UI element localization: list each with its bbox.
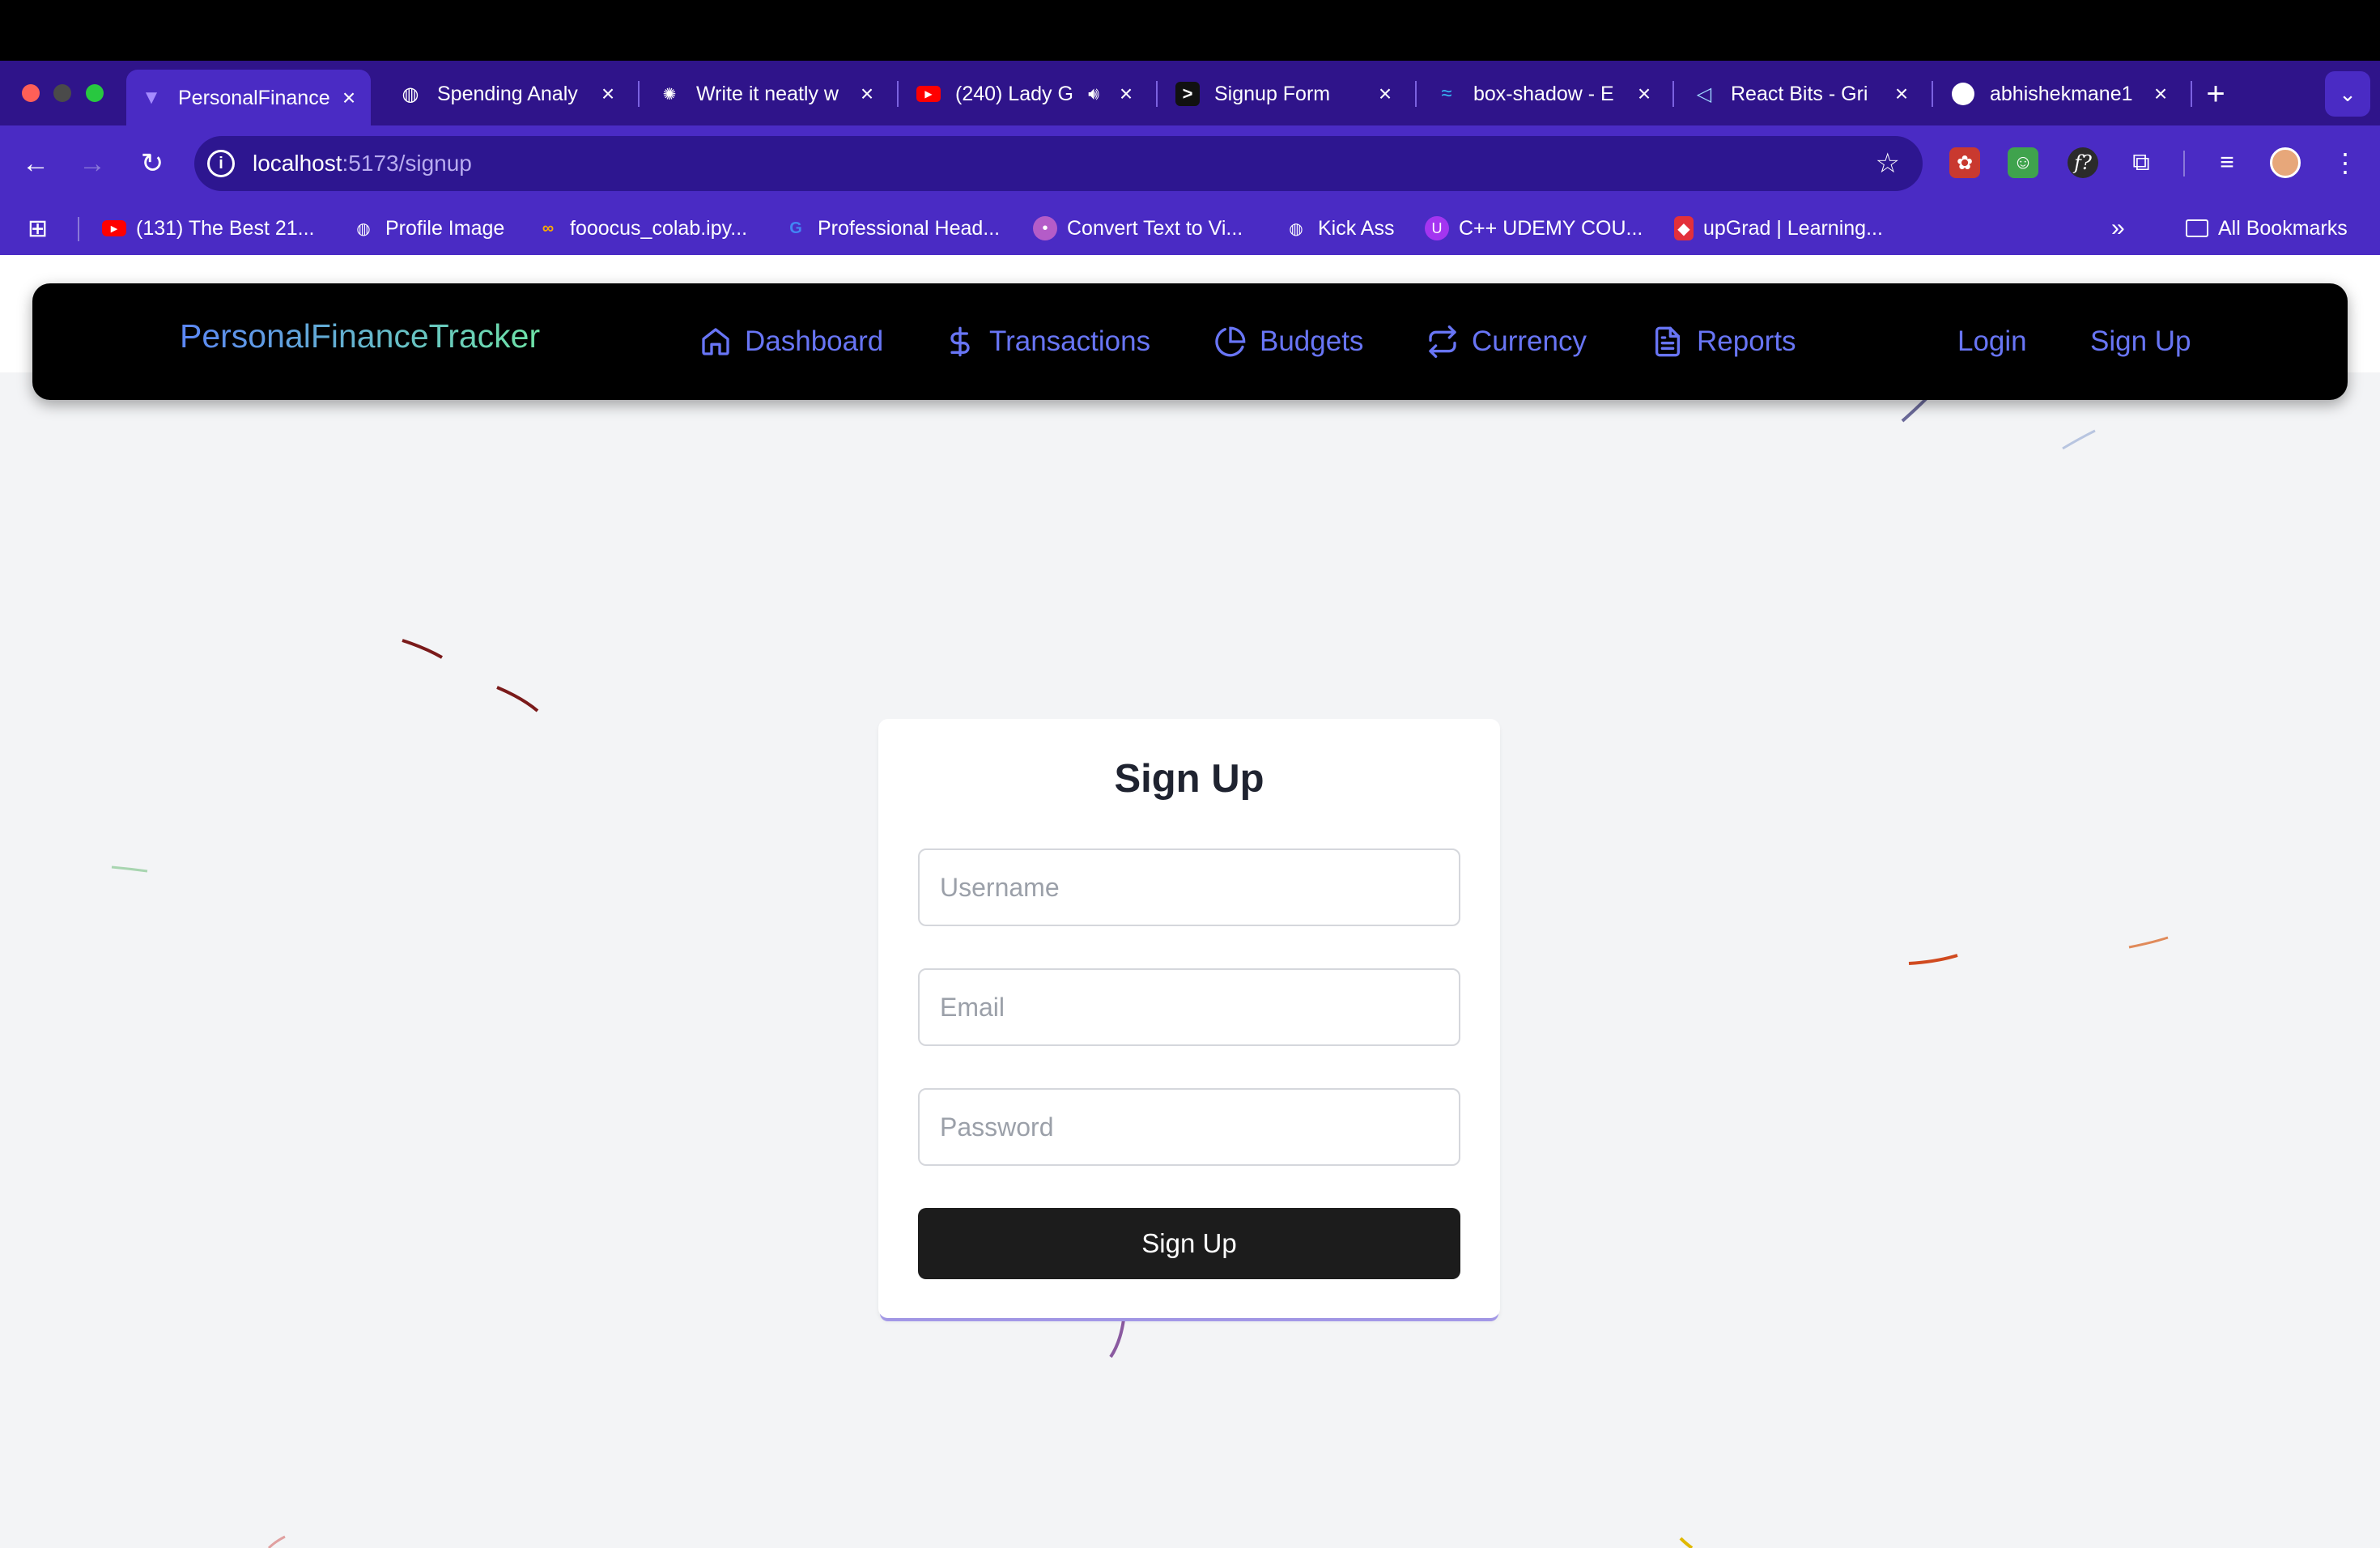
particle-streak	[402, 639, 443, 659]
particle-streak	[2128, 936, 2169, 949]
particle-streak	[496, 686, 539, 712]
particle-streak	[1679, 1537, 1694, 1548]
nav-currency[interactable]: Currency	[1426, 321, 1587, 363]
password-input[interactable]	[918, 1088, 1460, 1166]
nav-login[interactable]: Login	[1957, 321, 2027, 363]
particle-streak	[2062, 429, 2096, 450]
username-input[interactable]	[918, 848, 1460, 926]
particle-streak	[267, 1535, 286, 1548]
brand-logo[interactable]: PersonalFinanceTracker	[180, 317, 540, 355]
signup-card: Sign Up Sign Up	[878, 719, 1500, 1318]
file-text-icon	[1655, 326, 1680, 357]
signup-title: Sign Up	[1114, 757, 1264, 801]
signup-submit-button[interactable]: Sign Up	[918, 1208, 1460, 1279]
nav-dashboard[interactable]: Dashboard	[699, 321, 883, 363]
particle-streak	[111, 865, 148, 873]
particle-streak	[1908, 954, 1958, 965]
home-icon	[702, 328, 729, 355]
dollar-icon	[950, 326, 970, 357]
nav-budgets[interactable]: Budgets	[1214, 321, 1363, 363]
exchange-icon	[1429, 325, 1456, 358]
nav-transactions[interactable]: Transactions	[944, 321, 1150, 363]
pie-chart-icon	[1215, 326, 1246, 357]
nav-reports[interactable]: Reports	[1651, 321, 1796, 363]
email-input[interactable]	[918, 968, 1460, 1046]
particle-streak	[1109, 1319, 1125, 1359]
nav-signup[interactable]: Sign Up	[2090, 321, 2191, 363]
particle-streak	[1901, 395, 1930, 423]
